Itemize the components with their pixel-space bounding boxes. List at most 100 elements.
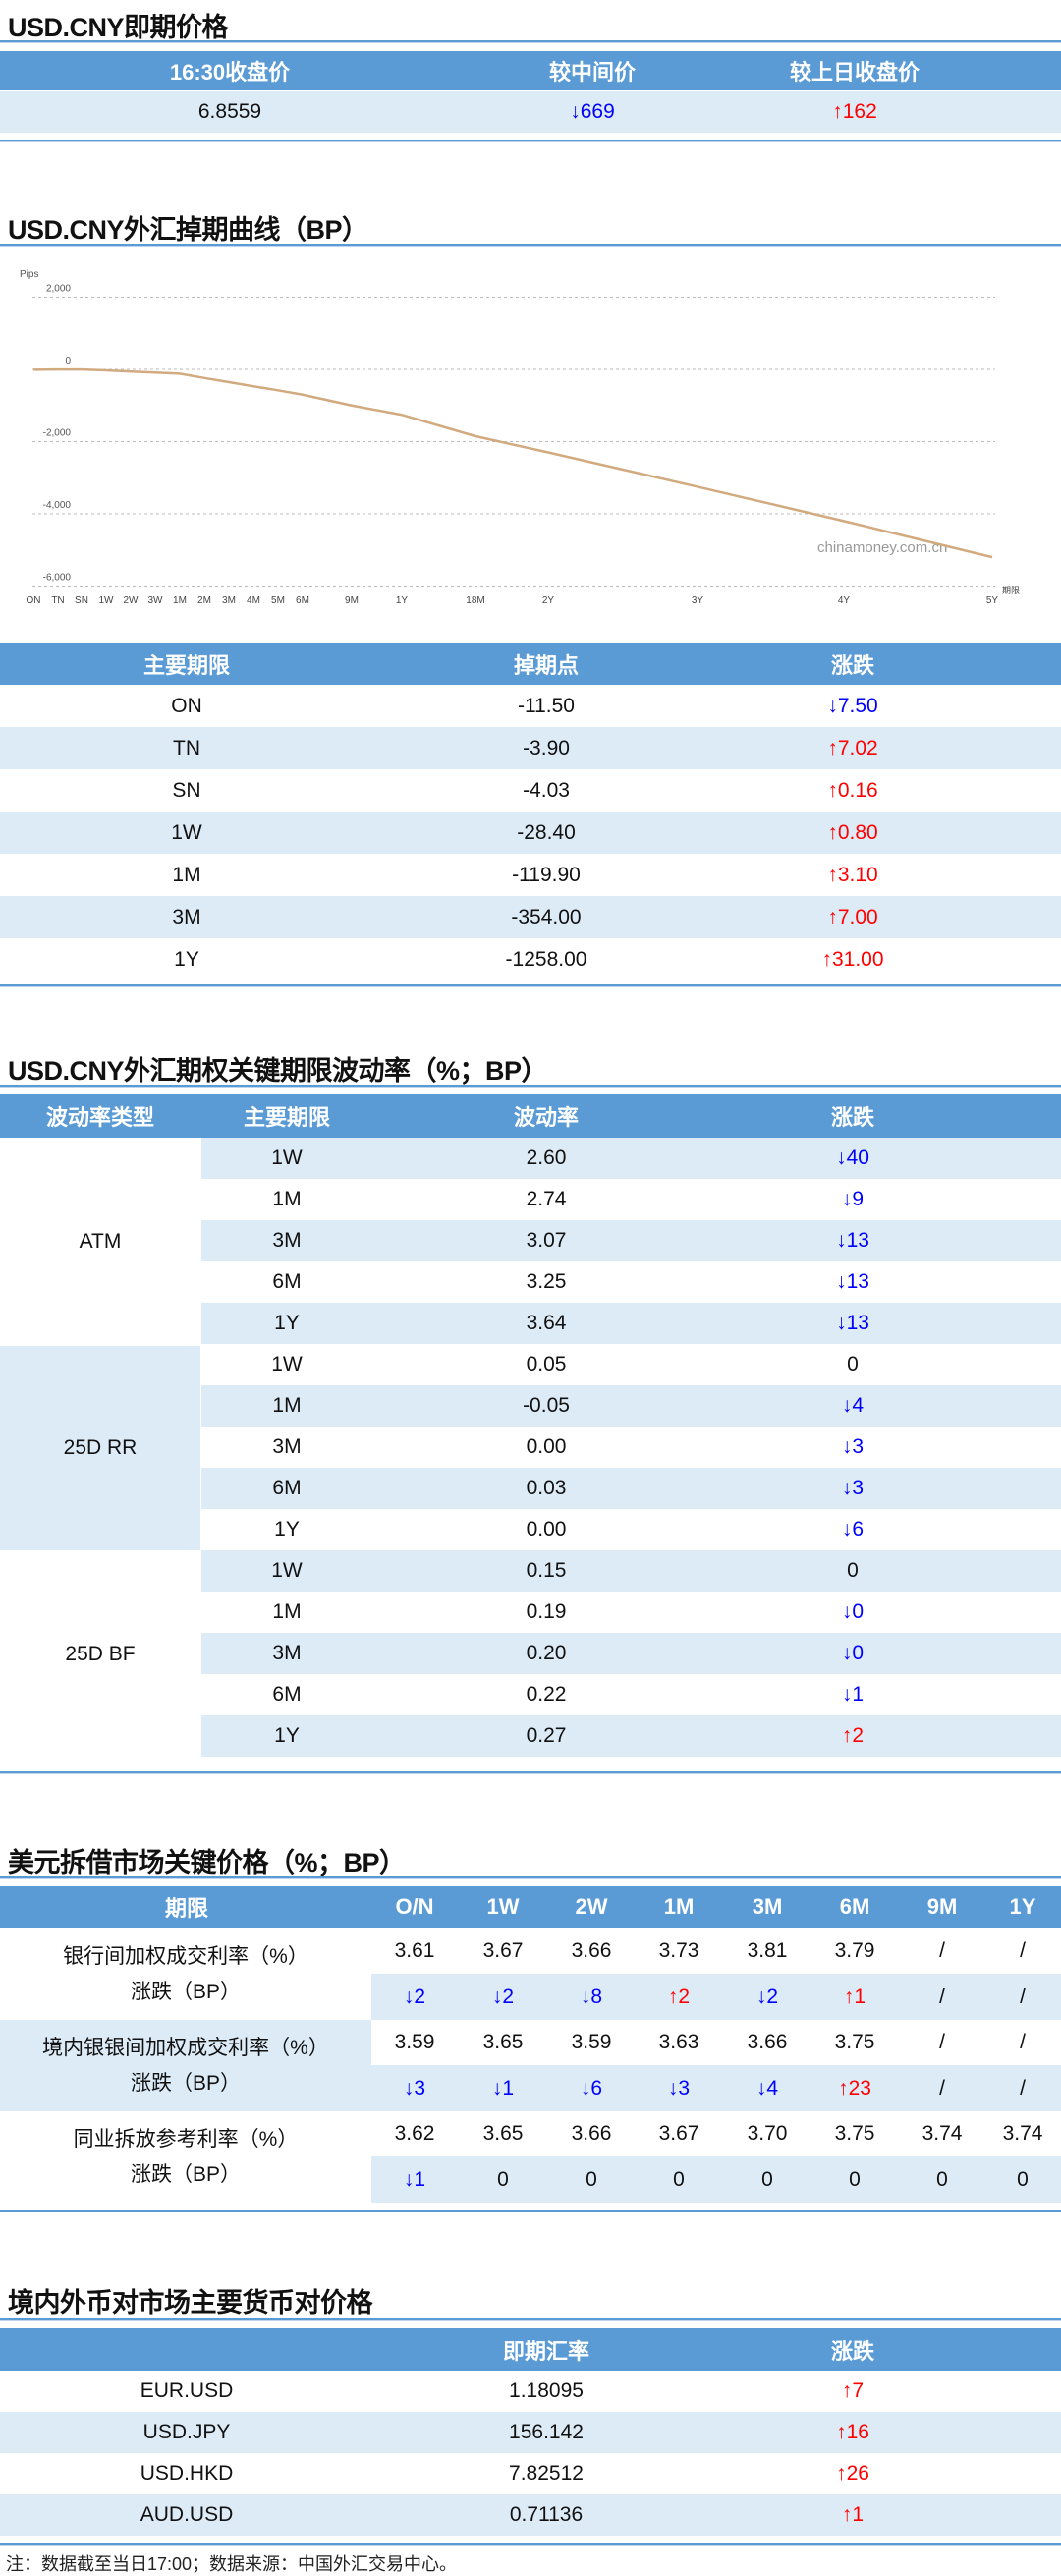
column-header: 涨跌	[830, 652, 874, 678]
x-tick-label: 18M	[466, 595, 484, 606]
table-cell: ↓4	[841, 1394, 865, 1417]
x-tick-label: 6M	[296, 595, 309, 606]
x-tick-label: TN	[51, 595, 64, 606]
table-cell: ↑1	[841, 2503, 865, 2526]
table-row: 1M 0.19 ↓0	[201, 1592, 1061, 1633]
table-cell: ↓0	[841, 1642, 865, 1664]
table-row: AUD.USD 0.71136 ↑1	[0, 2494, 1061, 2536]
table-cell: 0.05	[526, 1353, 567, 1375]
table-cell: 0.03	[526, 1477, 567, 1499]
table-row: 1Y 0.00 ↓6	[201, 1509, 1061, 1550]
rate-row: 3.61 3.67 3.66 3.73 3.81 3.79//	[371, 1929, 1061, 1974]
y-tick-label: -6,000	[43, 573, 72, 584]
table-cell: -119.90	[512, 863, 581, 886]
table-cell: 1Y	[174, 947, 199, 971]
column-header: 即期汇率	[502, 2338, 589, 2364]
table-row: USD.JPY 156.142 ↑16	[0, 2412, 1061, 2453]
table-row: 1W -28.40 ↑0.80	[0, 812, 1061, 854]
table-cell: 0.00	[526, 1518, 567, 1540]
table-cell: ↓13	[836, 1229, 869, 1252]
table-cell: ↓3	[841, 1477, 865, 1499]
table-cell: ↑0.80	[827, 820, 878, 844]
x-axis-label: 期限	[1002, 586, 1020, 595]
table-cell: ↑162	[832, 100, 877, 123]
table-cell: 0.22	[526, 1683, 567, 1706]
table-row: 1W 0.05 0	[201, 1344, 1061, 1385]
table-row: 1W 0.15 0	[201, 1550, 1061, 1592]
table-cell: -11.50	[518, 694, 575, 717]
table-cell: ↑3.10	[827, 863, 878, 886]
table-cell: 3.25	[526, 1270, 567, 1293]
divider	[0, 984, 1061, 987]
table-cell: -1258.00	[505, 947, 587, 971]
column-header: 波动率	[513, 1105, 579, 1130]
table-cell: 1.18095	[509, 2380, 584, 2402]
x-tick-label: 5Y	[986, 595, 999, 606]
table-cell: 0	[1017, 2167, 1029, 2191]
y-tick-label: -4,000	[43, 500, 72, 511]
column-header: 16:30收盘价	[169, 60, 291, 84]
x-tick-label: 5M	[271, 595, 285, 606]
table-cell: 1M	[172, 863, 201, 886]
x-tick-label: 1W	[99, 595, 115, 606]
column-header: 较上日收盘价	[789, 60, 920, 84]
x-tick-label: 2W	[124, 595, 140, 606]
table-cell: ↓9	[841, 1188, 865, 1210]
table-row: 1M -119.90 ↑3.10	[0, 854, 1061, 896]
table-cell: ↓40	[836, 1147, 869, 1169]
table-row: EUR.USD 1.18095 ↑7	[0, 2371, 1061, 2412]
table-cell: TN	[173, 736, 200, 759]
table-cell: 0.20	[526, 1642, 567, 1664]
table-cell: ↓7.50	[827, 694, 878, 717]
table-cell: /	[1020, 1985, 1026, 2008]
table-cell: -28.40	[517, 820, 576, 844]
table-row: TN -3.90 ↑7.02	[0, 727, 1061, 769]
table-cell: ↓13	[836, 1312, 869, 1334]
table-row: 1W 2.60 ↓40	[201, 1138, 1061, 1179]
change-label: 涨跌（BP）	[130, 2071, 241, 2095]
divider	[0, 244, 1061, 247]
x-tick-label: 1M	[173, 595, 187, 606]
table-cell: 0	[847, 1559, 859, 1582]
table-header: 即期汇率 涨跌	[0, 2328, 1061, 2371]
x-tick-label: 3M	[222, 595, 236, 606]
table-header: 波动率类型 主要期限 波动率 涨跌	[0, 1094, 1061, 1138]
column-header: 1Y	[1009, 1894, 1036, 1919]
column-header: 涨跌	[830, 2338, 874, 2364]
divider	[0, 140, 1061, 142]
x-tick-label: SN	[75, 595, 88, 606]
table-row: 1Y -1258.00 ↑31.00	[0, 938, 1061, 980]
x-tick-label: 9M	[345, 595, 359, 606]
change-row: ↓3 ↓1 ↓6 ↓3 ↓4 ↑23//	[371, 2065, 1061, 2111]
table-cell: ↓13	[836, 1270, 869, 1293]
table-cell: ↑7.02	[827, 736, 878, 759]
footnote: 注：数据截至当日17:00；数据来源：中国外汇交易中心。	[6, 2554, 458, 2574]
table-cell: 0	[847, 1353, 859, 1375]
swap-curve-chart: Pips 2,000 0 -2,000 -4,000 -6,000ON TN SN 1W 2W 3W…	[20, 269, 1020, 606]
spot-title: USD.CNY即期价格	[8, 13, 229, 42]
table-cell: 0.15	[526, 1559, 567, 1582]
table-cell: 1W	[171, 820, 202, 844]
table-cell: SN	[172, 778, 201, 802]
vol-title: USD.CNY外汇期权关键期限波动率（%；BP）	[8, 1056, 548, 1086]
column-header: 主要期限	[142, 652, 230, 678]
table-cell: ↑2	[841, 1724, 865, 1747]
table-cell: ↑7.00	[827, 905, 878, 928]
table-cell: -3.90	[523, 736, 570, 759]
y-tick-label: -2,000	[43, 428, 72, 439]
y-axis-label: Pips	[20, 269, 38, 280]
x-tick-label: ON	[27, 595, 41, 606]
table-row: 6M 3.25 ↓13	[201, 1261, 1061, 1303]
table-cell: 3.07	[526, 1229, 567, 1252]
fx-title: 境内外币对市场主要货币对价格	[8, 2288, 373, 2318]
table-row: 1M 2.74 ↓9	[201, 1179, 1061, 1220]
table-row: 1Y 3.64 ↓13	[201, 1303, 1061, 1344]
table-cell: 0.00	[526, 1435, 567, 1458]
table-cell: 6.8559	[197, 100, 262, 123]
table-row: 6M 0.03 ↓3	[201, 1468, 1061, 1509]
swap-curve-title: USD.CNY外汇掉期曲线（BP）	[8, 215, 368, 245]
y-tick-label: 0	[65, 356, 71, 366]
table-row: SN -4.03 ↑0.16	[0, 769, 1061, 812]
table-cell: 2.60	[526, 1147, 567, 1169]
x-tick-label: 2Y	[542, 595, 555, 606]
